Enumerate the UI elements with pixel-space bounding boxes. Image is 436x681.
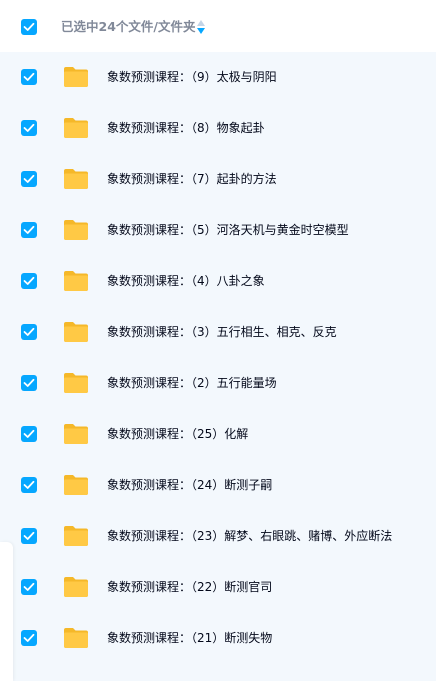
checkmark-icon <box>23 327 35 336</box>
checkmark-icon <box>23 225 35 234</box>
checkmark-icon <box>23 72 35 81</box>
file-checkbox[interactable] <box>21 528 37 544</box>
file-row[interactable]: 象数预测课程：（8）物象起卦 <box>0 103 436 154</box>
checkmark-icon <box>23 429 35 438</box>
checkmark-icon <box>23 633 35 642</box>
file-row[interactable]: 象数预测课程：（2）五行能量场 <box>0 358 436 409</box>
folder-icon <box>64 526 88 546</box>
checkmark-icon <box>23 480 35 489</box>
file-name[interactable]: 象数预测课程：（23）解梦、右眼跳、赌博、外应断法 <box>107 527 392 545</box>
file-name[interactable]: 象数预测课程：（21）断测失物 <box>107 629 272 647</box>
file-row[interactable]: 象数预测课程：（7）起卦的方法 <box>0 154 436 205</box>
file-checkbox[interactable] <box>21 477 37 493</box>
file-checkbox[interactable] <box>21 324 37 340</box>
folder-icon <box>64 169 88 189</box>
folder-icon <box>64 373 88 393</box>
file-row[interactable]: 象数预测课程：（21）断测失物 <box>0 613 436 664</box>
checkmark-icon <box>23 174 35 183</box>
file-checkbox[interactable] <box>21 273 37 289</box>
file-list: 象数预测课程：（9）太极与阴阳 象数预测课程：（8）物象起卦 象数预测课程：（7）起… <box>0 52 436 681</box>
file-row[interactable]: 象数预测课程：（25）化解 <box>0 409 436 460</box>
folder-icon <box>64 475 88 495</box>
select-all-checkbox[interactable] <box>21 19 37 35</box>
file-name[interactable]: 象数预测课程：（5）河洛天机与黄金时空模型 <box>107 221 349 239</box>
checkmark-icon <box>23 276 35 285</box>
file-name[interactable]: 象数预测课程：（25）化解 <box>107 425 248 443</box>
folder-icon <box>64 271 88 291</box>
file-name[interactable]: 象数预测课程：（9）太极与阴阳 <box>107 68 277 86</box>
file-checkbox[interactable] <box>21 426 37 442</box>
file-checkbox[interactable] <box>21 579 37 595</box>
file-checkbox[interactable] <box>21 375 37 391</box>
file-row[interactable]: 象数预测课程：（3）五行相生、相克、反克 <box>0 307 436 358</box>
file-row[interactable]: 象数预测课程：（22）断测官司 <box>0 562 436 613</box>
file-name[interactable]: 象数预测课程：（22）断测官司 <box>107 578 272 596</box>
file-checkbox[interactable] <box>21 630 37 646</box>
folder-icon <box>64 67 88 87</box>
checkmark-icon <box>23 123 35 132</box>
checkmark-icon <box>23 378 35 387</box>
side-panel <box>0 542 13 681</box>
sort-icon[interactable] <box>196 19 206 35</box>
file-checkbox[interactable] <box>21 120 37 136</box>
file-checkbox[interactable] <box>21 171 37 187</box>
selection-count-label: 已选中24个文件/文件夹 <box>61 19 196 34</box>
file-name[interactable]: 象数预测课程：（3）五行相生、相克、反克 <box>107 323 337 341</box>
selection-header: 已选中24个文件/文件夹 <box>0 0 436 52</box>
folder-icon <box>64 220 88 240</box>
file-name[interactable]: 象数预测课程：（24）断测子嗣 <box>107 476 272 494</box>
folder-icon <box>64 577 88 597</box>
file-row[interactable]: 象数预测课程：（23）解梦、右眼跳、赌博、外应断法 <box>0 511 436 562</box>
folder-icon <box>64 628 88 648</box>
folder-icon <box>64 118 88 138</box>
file-row[interactable]: 象数预测课程：（5）河洛天机与黄金时空模型 <box>0 205 436 256</box>
checkmark-icon <box>23 22 35 31</box>
file-name[interactable]: 象数预测课程：（8）物象起卦 <box>107 119 265 137</box>
file-checkbox[interactable] <box>21 69 37 85</box>
folder-icon <box>64 322 88 342</box>
checkmark-icon <box>23 531 35 540</box>
file-row[interactable]: 象数预测课程：（4）八卦之象 <box>0 256 436 307</box>
folder-icon <box>64 424 88 444</box>
file-checkbox[interactable] <box>21 222 37 238</box>
checkmark-icon <box>23 582 35 591</box>
file-name[interactable]: 象数预测课程：（7）起卦的方法 <box>107 170 277 188</box>
file-name[interactable]: 象数预测课程：（2）五行能量场 <box>107 374 277 392</box>
file-name[interactable]: 象数预测课程：（4）八卦之象 <box>107 272 265 290</box>
file-row[interactable]: 象数预测课程：（24）断测子嗣 <box>0 460 436 511</box>
file-row[interactable]: 象数预测课程：（9）太极与阴阳 <box>0 52 436 103</box>
